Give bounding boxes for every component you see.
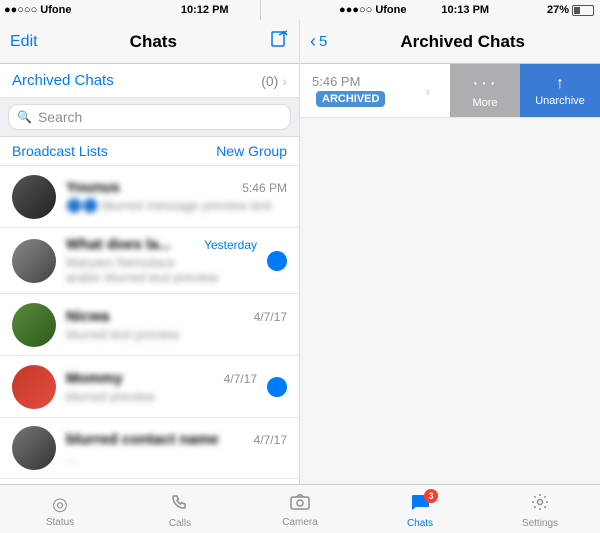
chat-preview: Maryam Nemulace (66, 255, 257, 270)
new-group-button[interactable]: New Group (216, 143, 287, 159)
battery-icon: 27% (547, 4, 569, 16)
chat-info: Mommy 4/7/17 blurred preview (66, 370, 257, 404)
archived-chats-label: Archived Chats (12, 72, 114, 89)
right-status-bar: ●●●○○ Ufone (261, 0, 411, 20)
chat-meta (267, 251, 287, 271)
camera-icon (290, 494, 310, 515)
chat-preview: blurred text preview (66, 327, 287, 342)
archived-chevron-icon: › (282, 73, 287, 89)
chats-badge-wrap: 3 (410, 493, 430, 516)
archived-navbar: ‹ 5 Archived Chats (300, 20, 600, 64)
avatar (12, 365, 56, 409)
archived-panel: ‹ 5 Archived Chats 5:46 PM ARCHIVED › ··… (300, 20, 600, 484)
tab-calls[interactable]: Calls (120, 489, 240, 529)
archived-empty-area (300, 118, 600, 484)
tab-calls-label: Calls (169, 518, 191, 529)
chat-preview: 🔵🔵 blurred message preview text (66, 198, 287, 214)
back-count: 5 (319, 33, 327, 50)
tab-chats-label: Chats (407, 518, 433, 529)
archived-badge: ARCHIVED (316, 91, 385, 107)
tab-bar: ◎ Status Calls Camera 3 (0, 484, 600, 533)
chat-time: 4/7/17 (224, 372, 257, 386)
list-item[interactable]: Younus 5:46 PM 🔵🔵 blurred message previe… (0, 166, 299, 228)
search-icon: 🔍 (17, 110, 32, 124)
chat-name: Mommy (66, 370, 123, 387)
chat-preview: ... (66, 450, 287, 465)
archived-item-container: 5:46 PM ARCHIVED › ··· More ↑ Unarchive (300, 64, 600, 118)
archived-item[interactable]: 5:46 PM ARCHIVED › (300, 64, 450, 117)
compose-button[interactable] (269, 29, 289, 54)
unarchive-icon: ↑ (556, 75, 564, 93)
left-time: 10:12 PM (150, 0, 260, 20)
unarchive-button[interactable]: ↑ Unarchive (520, 64, 600, 117)
unread-badge (267, 377, 287, 397)
chats-title: Chats (130, 32, 177, 52)
archived-item-time: 5:46 PM (312, 74, 417, 89)
left-carrier: ●●○○○ Ufone (4, 4, 71, 16)
battery-bar (572, 5, 594, 16)
chat-info: blurred contact name 4/7/17 ... (66, 431, 287, 465)
chat-info: Nicwa 4/7/17 blurred text preview (66, 308, 287, 342)
unarchive-label: Unarchive (535, 95, 585, 107)
archived-count: (0) › (261, 73, 287, 89)
status-icon: ◎ (52, 494, 68, 515)
chat-time: Yesterday (204, 238, 257, 252)
chat-list: Younus 5:46 PM 🔵🔵 blurred message previe… (0, 166, 299, 484)
item-chevron-icon: › (425, 83, 438, 99)
tab-status[interactable]: ◎ Status (0, 490, 120, 528)
right-carrier: ●●●○○ Ufone (339, 4, 406, 16)
chat-info: What does la... Yesterday Maryam Nemulac… (66, 236, 257, 285)
chat-time: 4/7/17 (254, 310, 287, 324)
chats-unread-badge: 3 (424, 489, 438, 503)
tab-status-label: Status (46, 517, 74, 528)
broadcast-row: Broadcast Lists New Group (0, 137, 299, 166)
settings-icon (531, 493, 549, 516)
chat-name: What does la... (66, 236, 171, 253)
chat-name: blurred contact name (66, 431, 219, 448)
avatar (12, 175, 56, 219)
chat-preview: blurred preview (66, 389, 257, 404)
chat-time: 4/7/17 (254, 433, 287, 447)
tab-settings-label: Settings (522, 518, 558, 529)
calls-icon (171, 493, 189, 516)
chat-meta (267, 377, 287, 397)
avatar (12, 239, 56, 283)
broadcast-lists-button[interactable]: Broadcast Lists (12, 143, 108, 159)
list-item[interactable]: What does la... Yesterday Maryam Nemulac… (0, 228, 299, 294)
more-label: More (472, 97, 497, 109)
list-item[interactable]: Nicwa 4/7/17 blurred text preview (0, 294, 299, 356)
search-input[interactable]: Search (38, 109, 82, 125)
avatar (12, 426, 56, 470)
chats-navbar: Edit Chats (0, 20, 299, 64)
left-status-bar: ●●○○○ Ufone (0, 0, 150, 20)
list-item[interactable]: Mommy 4/7/17 blurred preview (0, 356, 299, 418)
tab-camera-label: Camera (282, 517, 318, 528)
chat-time: 5:46 PM (242, 181, 287, 195)
search-bar[interactable]: 🔍 Search (8, 104, 291, 130)
archived-title: Archived Chats (335, 32, 590, 52)
archived-chats-row[interactable]: Archived Chats (0) › (0, 64, 299, 98)
back-button[interactable]: ‹ 5 (310, 31, 327, 52)
list-item[interactable]: blurred contact name 4/7/17 ... (0, 418, 299, 479)
avatar (12, 303, 56, 347)
right-time: 10:13 PM (411, 0, 521, 20)
tab-camera[interactable]: Camera (240, 490, 360, 528)
chat-info: Younus 5:46 PM 🔵🔵 blurred message previe… (66, 179, 287, 214)
chat-name: Younus (66, 179, 120, 196)
search-container: 🔍 Search (0, 98, 299, 137)
tab-chats[interactable]: 3 Chats (360, 489, 480, 529)
unread-badge (267, 251, 287, 271)
chat-name: Nicwa (66, 308, 109, 325)
back-chevron-icon: ‹ (310, 31, 316, 52)
more-dots-icon: ··· (472, 72, 498, 95)
edit-button[interactable]: Edit (10, 33, 38, 51)
more-action-button[interactable]: ··· More (450, 64, 520, 117)
tab-settings[interactable]: Settings (480, 489, 600, 529)
chats-panel: Edit Chats Archived Chats (0) › 🔍 Sea (0, 20, 300, 484)
chat-preview2: arabic blurred text preview (66, 270, 257, 285)
